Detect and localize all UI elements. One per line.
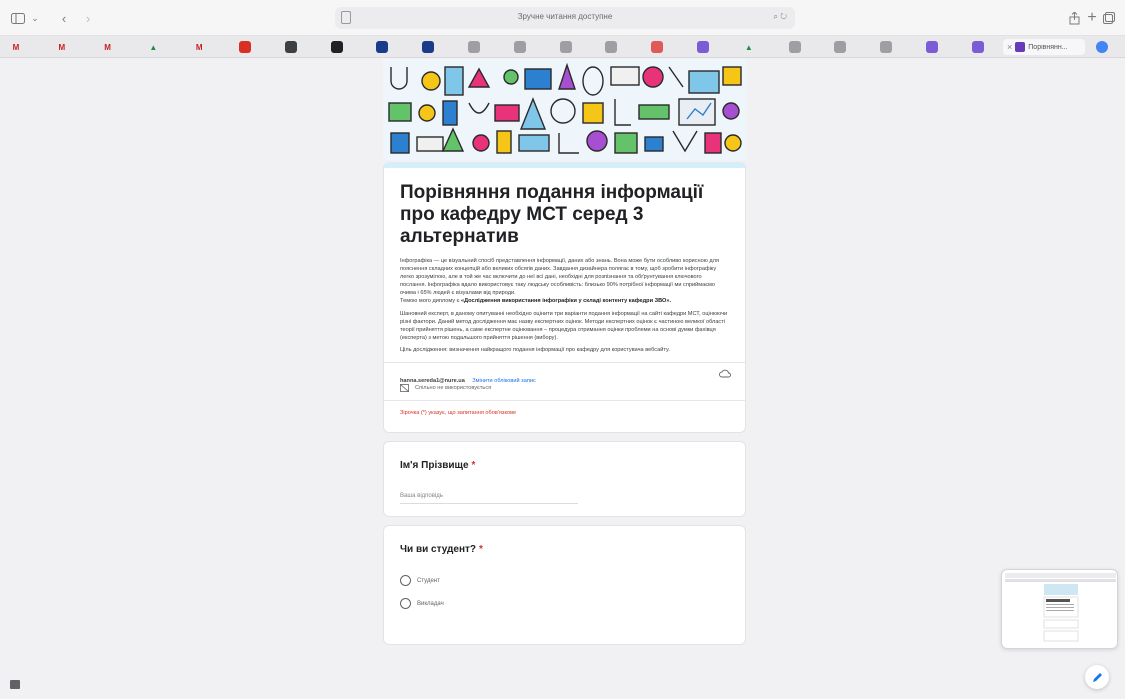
pencil-icon <box>1092 672 1102 682</box>
bookmark-favicon-icon[interactable] <box>697 41 709 53</box>
bookmark-favicon-icon[interactable]: ▲ <box>147 41 159 53</box>
forward-icon[interactable]: › <box>82 8 94 28</box>
question-title: Чи ви студент? * <box>400 544 729 555</box>
form-title: Порівняння подання інформації про кафедр… <box>400 182 704 247</box>
tab-active[interactable]: × Порівнянн... <box>1003 39 1085 55</box>
bookmark-favicon-icon[interactable]: M <box>10 41 22 53</box>
new-tab-icon[interactable]: + <box>1085 8 1099 28</box>
bookmark-favicon-icon[interactable]: M <box>56 41 68 53</box>
tab-overview-icon[interactable] <box>1102 8 1116 28</box>
bookmark-favicon-icon[interactable] <box>971 41 984 53</box>
bookmark-favicon-icon[interactable] <box>880 41 893 53</box>
required-star: * <box>471 460 476 472</box>
radio-label: Студент <box>417 577 440 584</box>
bookmark-favicon-icon[interactable] <box>788 41 801 53</box>
question-name-title: Ім'я Прізвище <box>400 460 469 472</box>
required-note: Зірочка (*) указує, що запитання обов'яз… <box>384 400 745 422</box>
chevron-down-icon[interactable]: ⌄ <box>30 8 40 28</box>
radio-option-teacher[interactable]: Викладач <box>400 598 729 610</box>
feedback-icon[interactable] <box>10 680 20 689</box>
radio-circle-icon[interactable] <box>400 598 411 610</box>
required-star: * <box>479 544 483 556</box>
not-shared-text: Спільно не використовується <box>415 385 492 392</box>
form-header-card: Порівняння подання інформації про кафедр… <box>383 162 746 434</box>
share-icon[interactable] <box>1067 8 1081 28</box>
account-section: hanna.seredа1@nure.ua Змінити обліковий … <box>384 362 745 400</box>
radio-circle-icon[interactable] <box>400 575 411 587</box>
description-thesis-prefix: Темою мого диплому є <box>400 298 461 305</box>
bookmark-favicon-icon[interactable] <box>239 41 251 53</box>
address-bar[interactable]: Зручне читання доступне ⌕ ↻ <box>335 7 795 29</box>
google-form: Порівняння подання інформації про кафедр… <box>383 59 746 646</box>
tab-title: Порівнянн... <box>1028 43 1068 51</box>
bookmark-favicon-icon[interactable] <box>834 41 847 53</box>
bookmark-favicon-icon[interactable]: M <box>193 41 205 53</box>
sidebar-toggle-icon[interactable] <box>10 8 26 28</box>
back-icon[interactable]: ‹ <box>58 8 70 28</box>
edit-button[interactable] <box>1085 665 1109 689</box>
radio-label: Викладач <box>417 600 444 607</box>
name-answer-input[interactable]: Ваша відповідь <box>400 493 578 505</box>
bookmark-favicon-icon[interactable] <box>422 41 435 53</box>
chrome-icon[interactable] <box>1096 41 1108 53</box>
close-icon[interactable]: × <box>1007 42 1012 52</box>
question-title: Ім'я Прізвище * <box>400 460 729 471</box>
cloud-icon <box>719 369 731 378</box>
forms-icon <box>1015 42 1026 52</box>
description-intro: Інфографіка — це візуальний спосіб предс… <box>400 258 719 297</box>
bookmark-favicon-icon[interactable] <box>376 41 389 53</box>
browser-toolbar: ⌄ ‹ › Зручне читання доступне ⌕ ↻ + <box>0 0 1125 36</box>
question-name: Ім'я Прізвище * Ваша відповідь <box>383 441 746 518</box>
bookmark-favicon-icon[interactable] <box>559 41 572 53</box>
bookmark-favicon-icon[interactable] <box>926 41 938 53</box>
description-thesis-bold: «Дослідження використання інфографіки у … <box>460 298 672 305</box>
tab-bar: × Порівнянн... M M M ▲ M ▲ <box>0 36 1125 58</box>
bookmark-favicon-icon[interactable] <box>651 41 664 53</box>
description-paragraph-2: Шановний експерт, в даному опитуванні не… <box>400 310 728 341</box>
question-student: Чи ви студент? * Студент Викладач <box>383 525 746 646</box>
bookmark-favicon-icon[interactable] <box>330 41 343 53</box>
address-text: Зручне читання доступне <box>517 12 613 21</box>
bookmark-favicon-icon[interactable] <box>468 41 480 53</box>
bookmark-favicon-icon[interactable] <box>513 41 526 53</box>
form-description: Інфографіка — це візуальний спосіб предс… <box>400 257 729 354</box>
bookmark-favicon-icon[interactable]: ▲ <box>743 41 755 53</box>
not-shared-row: Спільно не використовується <box>400 384 492 393</box>
description-paragraph-3: Ціль дослідження: визначення найкращого … <box>400 346 670 353</box>
question-student-title: Чи ви студент? <box>400 544 477 556</box>
bookmark-favicon-icon[interactable] <box>284 41 297 53</box>
radio-option-student[interactable]: Студент <box>400 575 729 587</box>
screenshot-thumbnail[interactable] <box>1001 569 1118 649</box>
bookmark-favicon-icon[interactable]: M <box>102 41 114 53</box>
reader-reload-icon[interactable]: ⌕ ↻ <box>774 12 787 22</box>
header-banner-image <box>383 59 746 160</box>
bookmark-favicon-icon[interactable] <box>605 41 618 53</box>
not-shared-icon <box>400 384 409 393</box>
